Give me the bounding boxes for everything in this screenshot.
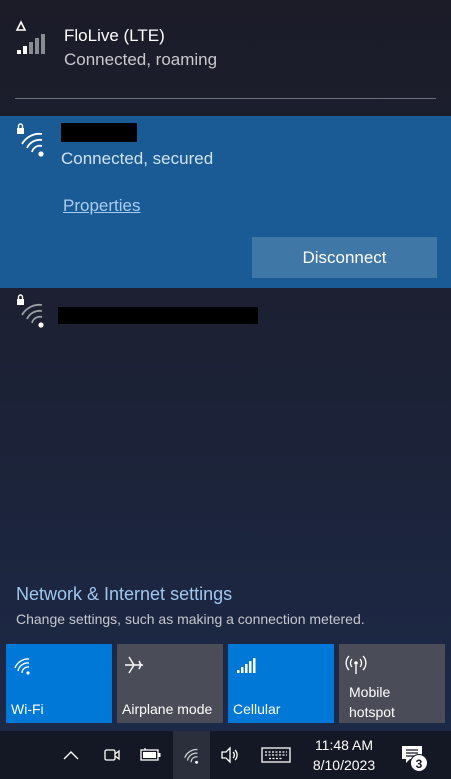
- wifi-connection-status: Connected, secured: [61, 149, 214, 168]
- wifi-icon: [183, 748, 198, 764]
- tile-airplane-mode[interactable]: Airplane mode: [117, 644, 223, 723]
- touch-keyboard-button[interactable]: [257, 731, 295, 779]
- cellular-network-status: Connected, roaming: [64, 50, 218, 69]
- cellular-network-item[interactable]: FloLive (LTE) Connected, roaming: [0, 0, 451, 88]
- clock-date: 8/10/2023: [312, 757, 376, 773]
- battery-button[interactable]: [136, 731, 166, 779]
- disconnect-button[interactable]: Disconnect: [252, 237, 437, 278]
- tile-cellular[interactable]: Cellular: [228, 644, 334, 723]
- properties-link[interactable]: Properties: [63, 196, 140, 216]
- tile-label: Airplane mode: [122, 701, 213, 717]
- tile-label: Cellular: [233, 701, 281, 717]
- wifi-secured-icon: [17, 123, 44, 157]
- tile-wifi[interactable]: Wi-Fi: [6, 644, 112, 723]
- taskbar: 11:48 AM 8/10/2023 3: [0, 731, 451, 779]
- airplane-icon: [125, 656, 143, 674]
- volume-button[interactable]: [216, 731, 244, 779]
- wifi-icon: [14, 658, 30, 675]
- network-flyout: FloLive (LTE) Connected, roaming Connect…: [0, 0, 451, 731]
- cellular-roaming-icon: [15, 20, 45, 54]
- clock-time: 11:48 AM: [314, 737, 374, 753]
- meet-now-button[interactable]: [98, 731, 126, 779]
- tile-label-line1: Mobile: [349, 684, 391, 700]
- cellular-network-name: FloLive (LTE): [64, 26, 165, 45]
- video-camera-icon: [104, 749, 120, 761]
- show-hidden-icons-button[interactable]: [56, 731, 86, 779]
- notification-count-badge: 3: [410, 754, 428, 772]
- chevron-up-icon: [63, 751, 79, 760]
- tile-label: Mobile hotspot: [349, 682, 395, 722]
- hotspot-icon: [345, 655, 367, 674]
- wifi-network-item[interactable]: [0, 288, 451, 340]
- tile-mobile-hotspot[interactable]: Mobile hotspot: [339, 644, 445, 723]
- wifi-secured-icon: [17, 294, 44, 328]
- tile-label: Wi-Fi: [11, 701, 44, 717]
- tile-label-line2: hotspot: [349, 704, 395, 720]
- speaker-icon: [221, 746, 238, 764]
- divider: [15, 98, 436, 99]
- cellular-signal-icon: [237, 658, 256, 673]
- redacted-network-name: [61, 123, 137, 142]
- wifi-network-connected[interactable]: Connected, secured Properties Disconnect: [0, 116, 451, 288]
- network-tray-button[interactable]: [173, 731, 210, 779]
- network-settings-description: Change settings, such as making a connec…: [16, 611, 365, 627]
- battery-icon: [140, 748, 161, 761]
- clock[interactable]: 11:48 AM 8/10/2023: [302, 735, 386, 775]
- network-settings-link[interactable]: Network & Internet settings: [16, 584, 232, 605]
- redacted-network-name: [58, 307, 258, 324]
- keyboard-icon: [261, 747, 291, 763]
